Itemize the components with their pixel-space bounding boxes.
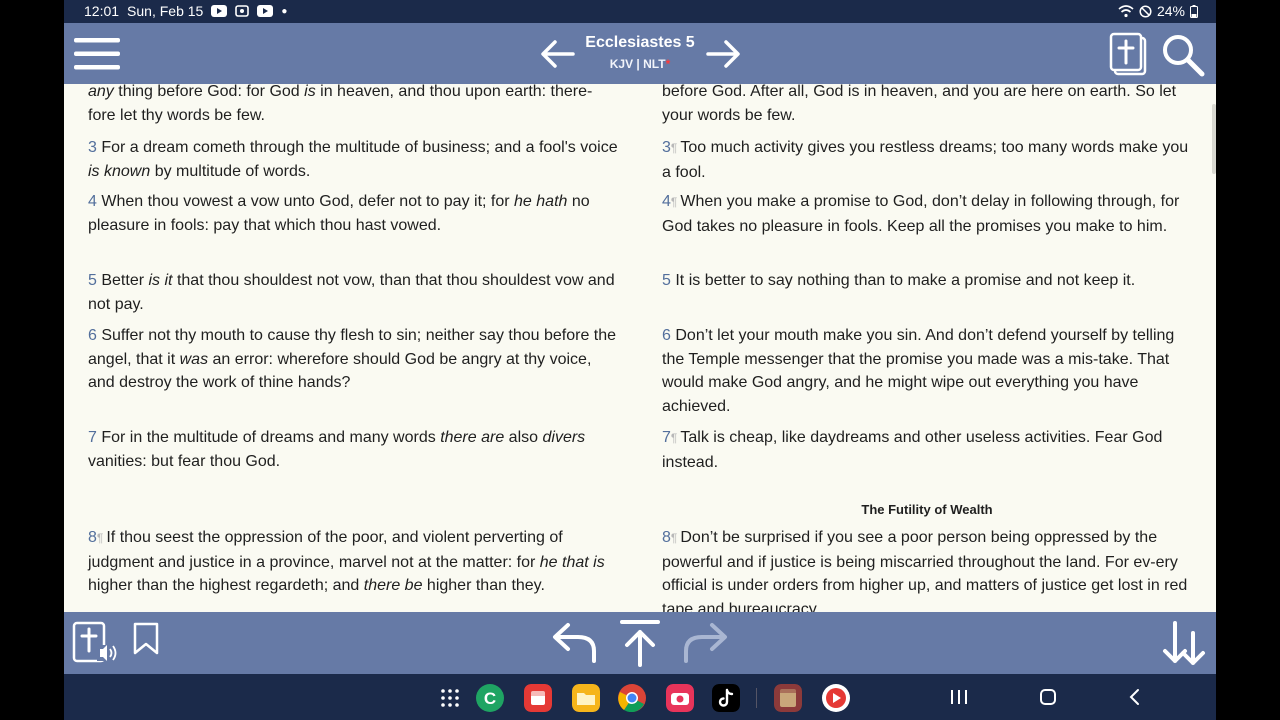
bible-book-icon[interactable] [1109,32,1149,76]
verse-number: 5 [662,272,671,289]
battery-icon [1190,4,1198,18]
search-icon[interactable] [1160,33,1206,77]
verse-text: before God. After all, God is in heaven,… [662,84,1177,124]
scroll-top-icon[interactable] [619,618,661,668]
wifi-icon [1118,4,1134,17]
bookmark-icon[interactable] [132,622,160,656]
verse-number: 6 [662,327,671,344]
scroll-indicator[interactable] [1212,104,1216,174]
kjv-verse-6[interactable]: 6 Suffer not thy mouth to cause thy fles… [88,324,618,395]
verse-number: 3 [88,139,97,156]
svg-text:C: C [484,689,496,708]
do-not-disturb-icon [1139,4,1152,18]
reader-top-bar: Ecclesiastes 5 KJV | NLT* [64,23,1216,84]
verse-number: 7 [88,429,97,446]
verse-number: 8 [662,529,671,546]
menu-icon[interactable] [74,37,120,71]
verse-number: 5 [88,272,97,289]
version-marker: * [665,57,671,71]
more-notifications-dot: ● [281,5,288,17]
screenshot-notification-icon [235,5,250,17]
status-bar: 12:01 Sun, Feb 15 ● 24% [64,0,1216,23]
verse-number: 4 [88,193,97,210]
chrome-app-icon[interactable] [618,684,646,712]
bible-audio-icon[interactable] [72,621,120,665]
nlt-verse-6[interactable]: 6 Don’t let your mouth make you sin. And… [662,324,1192,418]
android-nav-bar: C [64,674,1216,720]
nlt-verse-5[interactable]: 5 It is better to say nothing than to ma… [662,269,1192,293]
verse-text: It is better to say nothing than to make… [675,272,1136,289]
app-grid-icon[interactable] [436,684,464,712]
chapter-title[interactable]: Ecclesiastes 5 [564,34,716,52]
status-time: 12:01 [84,3,120,19]
nlt-verse-3[interactable]: 3¶ Too much activity gives you restless d… [662,136,1192,184]
kjv-verse-3[interactable]: 3 For a dream cometh through the multitu… [88,136,618,183]
nlt-verse-4[interactable]: 4¶ When you make a promise to God, don’t … [662,190,1192,238]
pilcrow-mark: ¶ [96,531,104,545]
verse-text: any thing before God: for God is in heav… [88,84,593,124]
recents-button[interactable] [950,689,968,705]
kjv-verse-8[interactable]: 8¶ If thou seest the oppression of the po… [88,526,618,598]
verse-number: 6 [88,327,97,344]
arrow-right-icon[interactable] [706,39,742,69]
back-button[interactable] [1128,688,1142,706]
bible-app-icon[interactable] [774,684,802,712]
verse-text: When you make a promise to God, don’t de… [662,193,1180,235]
verse-number: 4 [662,193,671,210]
pilcrow-mark: ¶ [670,431,678,445]
verse-text: Don’t be surprised if you see a poor per… [662,529,1188,612]
pilcrow-mark: ¶ [670,195,678,209]
verse-text: For a dream cometh through the multitude… [88,139,618,180]
kjv-verse-7[interactable]: 7 For in the multitude of dreams and man… [88,426,618,473]
tablet-screen: 12:01 Sun, Feb 15 ● 24% Ecclesiastes 5 K… [64,0,1216,720]
camera-app-icon[interactable] [666,684,694,712]
kjv-verse-4[interactable]: 4 When thou vowest a vow unto God, defer… [88,190,618,237]
youtube-notification-icon-2 [257,5,274,17]
verse-text: Better is it that thou shouldest not vow… [88,272,615,313]
screen-recorder-app-icon[interactable] [822,684,850,712]
verse-text: Don’t let your mouth make you sin. And d… [662,327,1175,415]
verse-text: When thou vowest a vow unto God, defer n… [88,193,590,234]
version-label: KJV | NLT [609,57,666,71]
verse-number: 7 [662,429,671,446]
files-app-icon[interactable] [572,684,600,712]
status-date: Sun, Feb 15 [127,3,204,19]
verse-text: Too much activity gives you restless dre… [662,139,1189,181]
battery-percent: 24% [1156,3,1185,19]
youtube-notification-icon [211,5,228,17]
nlt-verse-7[interactable]: 7¶ Talk is cheap, like daydreams and othe… [662,426,1192,474]
pilcrow-mark: ¶ [670,531,678,545]
phone-app-icon[interactable]: C [476,684,504,712]
parallel-passage-view[interactable]: any thing before God: for God is in heav… [64,84,1216,612]
verse-text: For in the multitude of dreams and many … [88,429,586,470]
version-selector[interactable]: KJV | NLT* [564,57,716,71]
section-heading: The Futility of Wealth [861,502,993,517]
verse-text: If thou seest the oppression of the poor… [88,529,605,594]
verse-text: Suffer not thy mouth to cause thy flesh … [88,327,617,391]
redo-icon[interactable] [680,621,730,665]
home-button[interactable] [1039,688,1057,706]
undo-icon[interactable] [550,621,600,665]
sort-down-icon[interactable] [1160,619,1210,667]
kjv-verse-cont[interactable]: any thing before God: for God is in heav… [88,84,618,127]
pilcrow-mark: ¶ [670,141,678,155]
verse-text: Talk is cheap, like daydreams and other … [662,429,1163,471]
notes-app-icon[interactable] [524,684,552,712]
nlt-verse-8[interactable]: 8¶ Don’t be surprised if you see a poor p… [662,526,1192,612]
tiktok-app-icon[interactable] [712,684,740,712]
verse-number: 8 [88,529,97,546]
dock-divider [756,688,757,708]
verse-number: 3 [662,139,671,156]
nlt-verse-cont[interactable]: before God. After all, God is in heaven,… [662,84,1192,127]
kjv-verse-5[interactable]: 5 Better is it that thou shouldest not v… [88,269,618,316]
reader-bottom-bar [64,612,1216,674]
